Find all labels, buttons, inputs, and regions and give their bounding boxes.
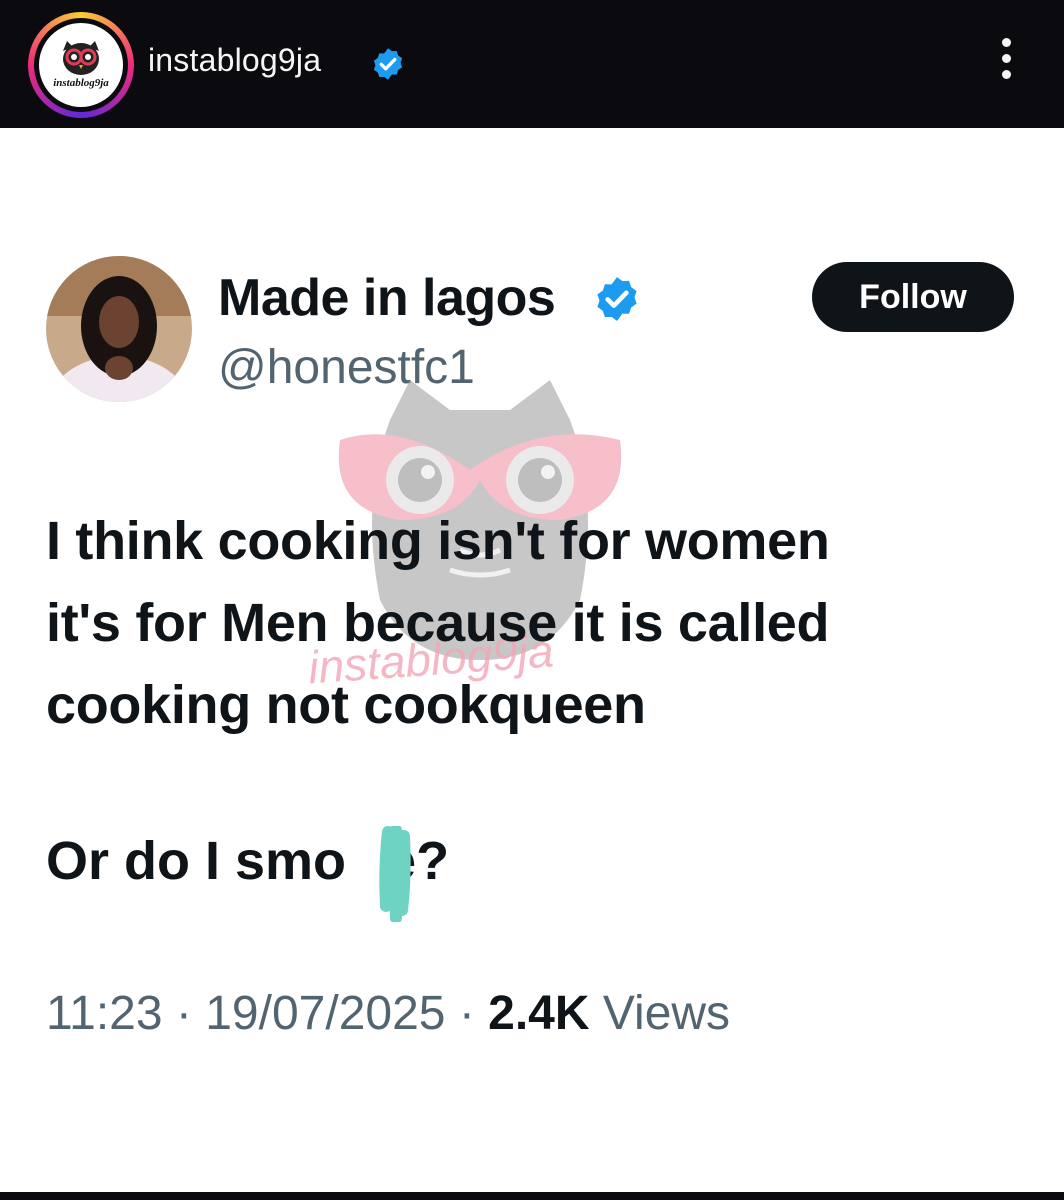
tweet-time[interactable]: 11:23	[46, 987, 163, 1040]
owl-logo-icon	[63, 41, 99, 75]
meta-separator: ·	[175, 987, 192, 1040]
tweet-body: I think cooking isn't for women it's for…	[46, 500, 1006, 746]
tweet-meta: 11:23 · 19/07/2025 · 2.4K Views	[46, 986, 730, 1041]
tweet-text-line: cooking not cookqueen	[46, 675, 646, 735]
post-header: instablog9ja instablog9ja	[0, 0, 1064, 128]
tweet-date[interactable]: 19/07/2025	[205, 987, 445, 1040]
tweet-text-line: it's for Men because it is called	[46, 593, 830, 653]
tweet-question-prefix: Or do I smo	[46, 831, 347, 891]
meta-separator: ·	[458, 987, 475, 1040]
follow-button[interactable]: Follow	[812, 262, 1014, 332]
header-username[interactable]: instablog9ja	[148, 42, 321, 79]
tweet-text-line: I think cooking isn't for women	[46, 511, 830, 571]
views-label: Views	[602, 987, 731, 1040]
more-options-icon[interactable]	[986, 38, 1026, 92]
redaction-scribble	[379, 826, 411, 922]
avatar-logo-text: instablog9ja	[53, 77, 109, 89]
tweet-author-avatar[interactable]	[46, 256, 192, 402]
profile-avatar[interactable]: instablog9ja	[28, 12, 134, 118]
bottom-bar	[0, 1192, 1064, 1200]
verified-badge-icon	[373, 48, 403, 80]
views-count: 2.4K	[488, 987, 590, 1040]
verified-badge-icon	[597, 277, 637, 321]
tweet-display-name[interactable]: Made in lagos	[218, 268, 556, 328]
